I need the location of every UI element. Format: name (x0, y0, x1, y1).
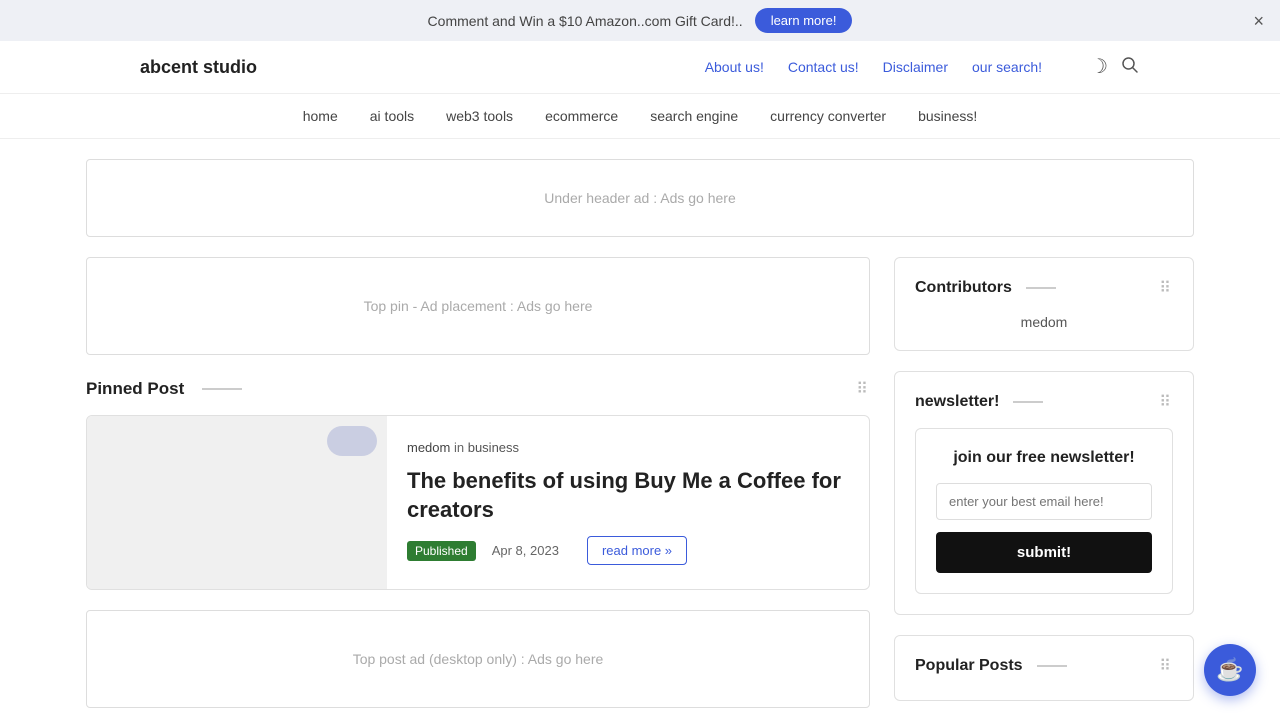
post-info: medom in business The benefits of using … (387, 416, 869, 589)
contributors-card: Contributors ⠿ medom (894, 257, 1194, 351)
newsletter-dots-icon: ⠿ (1159, 392, 1173, 412)
announcement-bar: Comment and Win a $10 Amazon..com Gift C… (0, 0, 1280, 41)
search-button[interactable] (1120, 55, 1140, 79)
popular-posts-card: Popular Posts ⠿ (894, 635, 1194, 701)
pinned-post-section-header: Pinned Post ⠿ (86, 379, 870, 399)
post-date: Apr 8, 2023 (492, 543, 559, 558)
contributors-divider (1026, 287, 1056, 289)
popular-posts-header: Popular Posts ⠿ (915, 656, 1173, 676)
nav-currency-converter[interactable]: currency converter (770, 108, 886, 124)
nav-about[interactable]: About us! (705, 59, 764, 75)
email-input[interactable] (936, 483, 1152, 520)
coffee-icon: ☕ (1216, 657, 1243, 683)
post-footer: Published Apr 8, 2023 read more » (407, 536, 849, 565)
popular-posts-dots-icon: ⠿ (1159, 656, 1173, 676)
contributors-title: Contributors (915, 279, 1056, 297)
nav-business[interactable]: business! (918, 108, 977, 124)
nav-contact[interactable]: Contact us! (788, 59, 859, 75)
newsletter-inner-title: join our free newsletter! (936, 449, 1152, 467)
contributors-dots-icon: ⠿ (1159, 278, 1173, 298)
newsletter-title: newsletter! (915, 393, 1043, 411)
search-icon (1120, 55, 1140, 75)
pinned-post-dots-icon: ⠿ (856, 379, 870, 399)
newsletter-divider (1013, 401, 1043, 403)
post-image (87, 416, 387, 589)
top-nav: abcent studio About us! Contact us! Disc… (0, 41, 1280, 94)
secondary-nav: home ai tools web3 tools ecommerce searc… (0, 94, 1280, 139)
nav-disclaimer[interactable]: Disclaimer (883, 59, 948, 75)
published-badge: Published (407, 541, 476, 561)
learn-more-button[interactable]: learn more! (755, 8, 853, 33)
post-meta: medom in business (407, 440, 849, 455)
nav-ecommerce[interactable]: ecommerce (545, 108, 618, 124)
contributor-name: medom (915, 314, 1173, 330)
main-wrapper: Under header ad : Ads go here Top pin - … (70, 159, 1210, 721)
site-logo: abcent studio (140, 57, 257, 78)
post-image-decor (327, 426, 377, 456)
read-more-button[interactable]: read more » (587, 536, 687, 565)
content-area: Top pin - Ad placement : Ads go here Pin… (86, 257, 1194, 721)
newsletter-card: newsletter! ⠿ join our free newsletter! … (894, 371, 1194, 615)
contributors-header: Contributors ⠿ (915, 278, 1173, 298)
pinned-post-card: medom in business The benefits of using … (86, 415, 870, 590)
main-content: Top pin - Ad placement : Ads go here Pin… (86, 257, 870, 721)
post-category: business (468, 440, 519, 455)
top-pin-ad: Top pin - Ad placement : Ads go here (86, 257, 870, 355)
nav-ai-tools[interactable]: ai tools (370, 108, 414, 124)
announcement-text: Comment and Win a $10 Amazon..com Gift C… (428, 13, 743, 29)
nav-search-engine[interactable]: search engine (650, 108, 738, 124)
newsletter-inner: join our free newsletter! submit! (915, 428, 1173, 594)
floating-coffee-button[interactable]: ☕ (1204, 644, 1256, 696)
nav-search[interactable]: our search! (972, 59, 1042, 75)
popular-posts-divider (1037, 665, 1067, 667)
top-nav-links: About us! Contact us! Disclaimer our sea… (705, 59, 1042, 75)
theme-toggle-button[interactable]: ☽ (1090, 55, 1108, 79)
top-nav-icons: ☽ (1090, 55, 1140, 79)
header-ad-banner: Under header ad : Ads go here (86, 159, 1194, 237)
pinned-post-title: Pinned Post (86, 379, 242, 399)
pinned-post-divider (202, 388, 242, 390)
bottom-ad: Top post ad (desktop only) : Ads go here (86, 610, 870, 708)
close-announcement-button[interactable]: × (1253, 12, 1264, 30)
popular-posts-title: Popular Posts (915, 657, 1067, 675)
post-meta-in: in (454, 440, 468, 455)
submit-button[interactable]: submit! (936, 532, 1152, 573)
nav-home[interactable]: home (303, 108, 338, 124)
nav-web3-tools[interactable]: web3 tools (446, 108, 513, 124)
post-author: medom (407, 440, 450, 455)
newsletter-header: newsletter! ⠿ (915, 392, 1173, 412)
post-title: The benefits of using Buy Me a Coffee fo… (407, 467, 849, 524)
sidebar: Contributors ⠿ medom newsletter! ⠿ (894, 257, 1194, 721)
